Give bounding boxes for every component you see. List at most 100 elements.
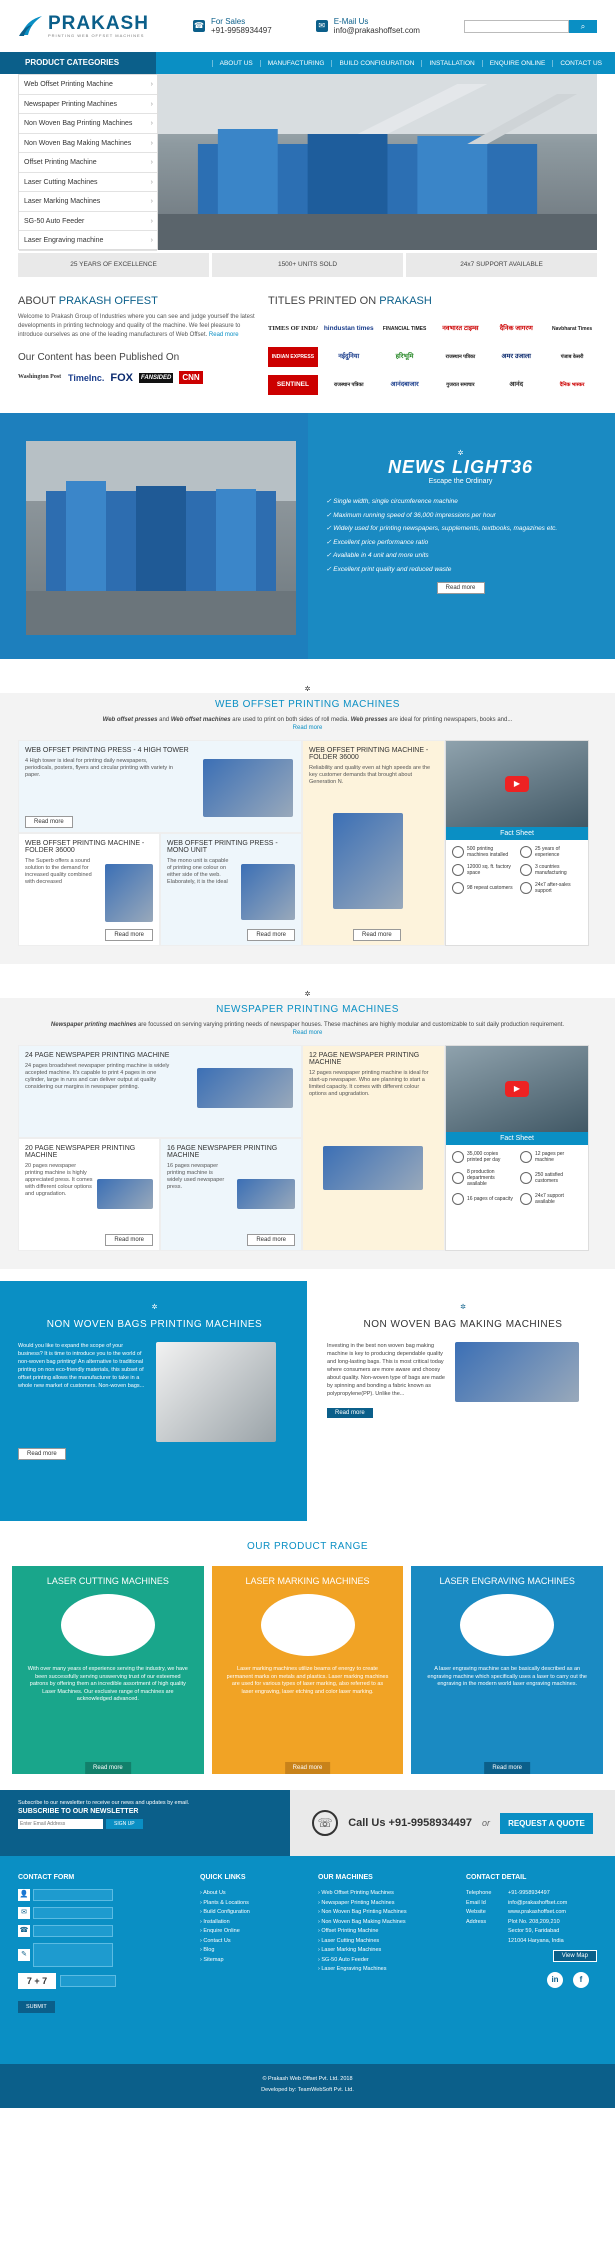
product-card[interactable]: 12 PAGE NEWSPAPER PRINTING MACHINE 12 pa… <box>302 1045 445 1251</box>
linkedin-icon[interactable]: in <box>547 1972 563 1988</box>
footer-link[interactable]: SG-50 Auto Feeder <box>318 1956 466 1966</box>
footer-link[interactable]: Non Woven Bag Making Machines <box>318 1918 466 1928</box>
card-read-more-button[interactable]: Read more <box>247 929 295 941</box>
fact-item: 24x7 support available <box>520 1193 582 1205</box>
web-offset-read-more-link[interactable]: Read more <box>30 724 585 732</box>
sidebar-item[interactable]: SG-50 Auto Feeder <box>19 212 157 231</box>
card-text: Reliability and quality even at high spe… <box>309 765 431 785</box>
search-button[interactable]: ⌕ <box>568 19 597 33</box>
email-address[interactable]: info@prakashoffset.com <box>334 26 420 35</box>
washington-post-logo: Washington Post <box>18 374 62 380</box>
footer-link[interactable]: Installation <box>200 1918 318 1928</box>
footer-link[interactable]: Build Configuration <box>200 1908 318 1918</box>
search-bar: ⌕ <box>463 19 597 33</box>
sidebar-item[interactable]: Newspaper Printing Machines <box>19 95 157 114</box>
card-text: 20 pages newspaper printing machine is h… <box>25 1162 93 1197</box>
product-card[interactable]: WEB OFFSET PRINTING MACHINE - FOLDER 360… <box>302 740 445 946</box>
card-title: WEB OFFSET PRINTING MACHINE - FOLDER 360… <box>309 747 429 761</box>
sidebar-item[interactable]: Non Woven Bag Printing Machines <box>19 114 157 134</box>
video-thumbnail[interactable]: ▶ <box>446 741 588 827</box>
timeinc-logo: TimeInc. <box>68 372 105 383</box>
range-card-laser-marking[interactable]: LASER MARKING MACHINES Laser marking mac… <box>211 1566 404 1774</box>
range-read-more-button[interactable]: Read more <box>484 1762 531 1774</box>
card-read-more-button[interactable]: Read more <box>353 929 401 941</box>
nav-contact[interactable]: CONTACT US <box>552 59 609 67</box>
nav-build-configuration[interactable]: BUILD CONFIGURATION <box>331 59 421 67</box>
product-card[interactable]: WEB OFFSET PRINTING MACHINE - FOLDER 360… <box>18 832 160 946</box>
footer-link[interactable]: Contact Us <box>200 1937 318 1947</box>
newspaper-title: NEWSPAPER PRINTING MACHINES <box>216 1004 399 1015</box>
sidebar-item[interactable]: Offset Printing Machine <box>19 153 157 173</box>
newsletter-small-text: Subscribe to our newsletter to receive o… <box>18 1800 190 1806</box>
captcha-field[interactable] <box>60 1975 116 1987</box>
product-card[interactable]: WEB OFFSET PRINTING PRESS - 4 HIGH TOWER… <box>18 740 302 833</box>
play-icon[interactable]: ▶ <box>505 1081 529 1097</box>
range-card-laser-engraving[interactable]: LASER ENGRAVING MACHINES A laser engravi… <box>411 1566 604 1774</box>
message-field[interactable] <box>33 1943 113 1967</box>
newsletter-signup-button[interactable]: SIGN UP <box>106 1819 143 1829</box>
contact-form: CONTACT FORM 👤 ✉ ☎ ✎ 7 + 7 SUBMIT <box>18 1874 200 2064</box>
name-field[interactable] <box>33 1889 113 1901</box>
footer-link[interactable]: Blog <box>200 1946 318 1956</box>
footer-link[interactable]: Plants & Locations <box>200 1899 318 1909</box>
logo[interactable]: PRAKASH PRINTING WEB OFFSET MACHINES <box>18 13 149 39</box>
nav-about[interactable]: ABOUT US <box>211 59 260 67</box>
footer-link[interactable]: Offset Printing Machine <box>318 1927 466 1937</box>
card-read-more-button[interactable]: Read more <box>247 1234 295 1246</box>
footer-link[interactable]: Laser Engraving Machines <box>318 1965 466 1975</box>
nav-enquire-online[interactable]: ENQUIRE ONLINE <box>481 59 553 67</box>
card-read-more-button[interactable]: Read more <box>105 929 153 941</box>
card-read-more-button[interactable]: Read more <box>25 815 73 828</box>
play-icon[interactable]: ▶ <box>505 776 529 792</box>
facebook-icon[interactable]: f <box>573 1972 589 1988</box>
product-card[interactable]: 16 PAGE NEWSPAPER PRINTING MACHINE 16 pa… <box>160 1137 302 1251</box>
footer-link[interactable]: Laser Marking Machines <box>318 1946 466 1956</box>
footer-link[interactable]: Laser Cutting Machines <box>318 1937 466 1947</box>
request-quote-button[interactable]: REQUEST A QUOTE <box>500 1812 593 1834</box>
video-thumbnail[interactable]: ▶ <box>446 1046 588 1132</box>
sidebar-item[interactable]: Laser Engraving machine <box>19 231 157 251</box>
card-read-more-button[interactable]: Read more <box>105 1234 153 1246</box>
hero-slider-image[interactable] <box>158 74 597 250</box>
nonwoven-printing-read-more-button[interactable]: Read more <box>18 1448 66 1460</box>
fact-item: 12000 sq. ft. factory space <box>452 864 514 876</box>
newspaper-logo: दैनिक भास्कर <box>559 382 585 388</box>
call-us-text[interactable]: Call Us +91-9958934497 <box>348 1817 472 1829</box>
nav-installation[interactable]: INSTALLATION <box>421 59 481 67</box>
about-read-more-link[interactable]: Read more <box>209 332 239 338</box>
newspaper-logo-grid: TIMES OF INDIA hindustan times FINANCIAL… <box>268 319 597 395</box>
phone-field[interactable] <box>33 1925 113 1937</box>
search-input[interactable] <box>463 19 569 33</box>
sidebar-item[interactable]: Laser Marking Machines <box>19 192 157 212</box>
footer-link[interactable]: Non Woven Bag Printing Machines <box>318 1908 466 1918</box>
sidebar-item[interactable]: Laser Cutting Machines <box>19 173 157 192</box>
sidebar-item[interactable]: Web Offset Printing Machine <box>19 75 157 95</box>
sales-phone[interactable]: +91-9958934497 <box>211 26 272 35</box>
newsletter-email-input[interactable] <box>18 1819 103 1829</box>
newspaper-logo: राजस्थान पत्रिका <box>445 354 476 360</box>
footer-link[interactable]: Newspaper Printing Machines <box>318 1899 466 1909</box>
nonwoven-making-read-more-button[interactable]: Read more <box>327 1408 373 1418</box>
footer-link[interactable]: Sitemap <box>200 1956 318 1966</box>
view-map-button[interactable]: View Map <box>552 1950 597 1962</box>
nonwoven-making-text: Investing in the best non woven bag maki… <box>327 1343 445 1397</box>
email-field[interactable] <box>33 1907 113 1919</box>
product-card[interactable]: WEB OFFSET PRINTING PRESS - MONO UNIT Th… <box>160 832 302 946</box>
nav-manufacturing[interactable]: MANUFACTURING <box>259 59 332 67</box>
footer-link[interactable]: About Us <box>200 1889 318 1899</box>
product-categories-toggle[interactable]: PRODUCT CATEGORIES <box>0 52 156 74</box>
product-card[interactable]: 24 PAGE NEWSPAPER PRINTING MACHINE 24 pa… <box>18 1045 302 1138</box>
newspaper-read-more-link[interactable]: Read more <box>30 1029 585 1037</box>
developer-credit[interactable]: Developed by: TeamWebSoft Pvt. Ltd. <box>0 2085 615 2096</box>
email-contact: ✉ E-Mail Us info@prakashoffset.com <box>315 17 420 35</box>
range-card-laser-cutting[interactable]: LASER CUTTING MACHINES With over many ye… <box>12 1566 204 1774</box>
product-card[interactable]: 20 PAGE NEWSPAPER PRINTING MACHINE 20 pa… <box>18 1137 160 1251</box>
footer-link[interactable]: Web Offset Printing Machines <box>318 1889 466 1899</box>
range-read-more-button[interactable]: Read more <box>84 1762 131 1774</box>
range-read-more-button[interactable]: Read more <box>284 1762 331 1774</box>
contact-submit-button[interactable]: SUBMIT <box>18 2001 55 2013</box>
sidebar-item[interactable]: Non Woven Bag Making Machines <box>19 134 157 153</box>
detail-website: Website www.prakashoffset.com <box>466 1909 566 1915</box>
newslight-read-more-button[interactable]: Read more <box>436 582 485 594</box>
footer-link[interactable]: Enquire Online <box>200 1927 318 1937</box>
